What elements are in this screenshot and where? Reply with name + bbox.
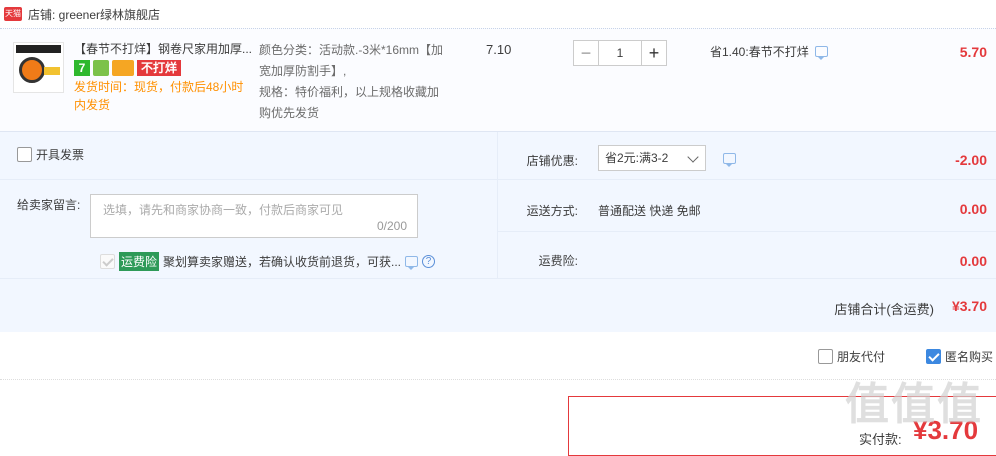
item-subtotal: 5.70 <box>959 44 987 60</box>
order-extras-panel: 开具发票 给卖家留言: 选填，请先和商家协商一致，付款后商家可见 0/200 店… <box>0 132 996 278</box>
invoice-option[interactable]: 开具发票 <box>17 146 84 163</box>
shop-header: 天猫 店铺: greener绿林旗舰店 <box>0 0 996 28</box>
coupon-label: 店铺优惠: <box>526 154 578 168</box>
unit-price: 7.10 <box>486 42 512 57</box>
shop-total-row: 店铺合计(含运费) ¥3.70 <box>0 278 996 332</box>
sku-spec: 规格：特价福利，以上规格收藏加购优先发货 <box>259 85 440 120</box>
item-promo: 省1.40:春节不打烊 <box>710 43 828 60</box>
card-pay-icon <box>112 60 134 76</box>
no-close-badge: 不打烊 <box>137 60 182 76</box>
comment-icon[interactable] <box>814 46 828 60</box>
qty-minus-button[interactable]: − <box>573 40 599 66</box>
watermark: 值值值 <box>845 380 983 429</box>
coupon-amount: -2.00 <box>955 152 987 168</box>
tmall-badge-icon: 天猫 <box>4 7 22 21</box>
ship-time-note: 发货时间：现货，付款后48小时内发货 <box>74 80 244 112</box>
message-counter: 0/200 <box>376 219 407 233</box>
shop-name-link[interactable]: 店铺: greener绿林旗舰店 <box>28 6 160 23</box>
insurance-row: 运费险: 0.00 <box>498 232 996 278</box>
promo-text: 省1.40:春节不打烊 <box>710 45 809 59</box>
coupon-comment-icon[interactable] <box>723 153 736 167</box>
shipping-row: 运送方式: 普通配送 快递 免邮 0.00 <box>498 180 996 232</box>
invoice-label: 开具发票 <box>36 148 85 162</box>
anonymous-label: 匿名购买 <box>945 350 994 364</box>
coupon-value: 省2元:满3-2 <box>605 151 669 165</box>
shop-total-label: 店铺合计(含运费) <box>834 302 934 317</box>
friend-pay-label: 朋友代付 <box>837 350 886 364</box>
message-input[interactable]: 选填，请先和商家协商一致，付款后商家可见 0/200 <box>90 194 418 238</box>
anonymous-option[interactable]: 匿名购买 <box>926 348 993 365</box>
friend-pay-option[interactable]: 朋友代付 <box>818 348 885 365</box>
help-icon[interactable]: ? <box>422 255 436 268</box>
insurance-detail: 运费险 聚划算卖家赠送，若确认收货前退货，可获... ? <box>100 252 436 271</box>
sku-info: 颜色分类：活动款.-3米*16mm【加宽加厚防割手】, 规格：特价福利，以上规格… <box>259 40 449 124</box>
insurance-text: 聚划算卖家赠送，若确认收货前退货，可获... <box>163 255 402 269</box>
shop-total-amount: ¥3.70 <box>951 298 987 314</box>
seven-day-return-icon: 7 <box>74 60 90 76</box>
message-label: 给卖家留言: <box>17 198 81 212</box>
coupon-row: 店铺优惠: 省2元:满3-2 -2.00 <box>498 132 996 180</box>
insurance-tag: 运费险 <box>119 252 160 271</box>
qty-plus-button[interactable]: + <box>641 40 667 66</box>
friend-pay-checkbox[interactable] <box>818 349 833 364</box>
shipping-label: 运送方式: <box>526 204 578 218</box>
chevron-down-icon <box>687 151 699 163</box>
shipping-value: 普通配送 快递 免邮 <box>598 204 701 218</box>
message-placeholder: 选填，请先和商家协商一致，付款后商家可见 <box>103 203 344 217</box>
insurance-amount: 0.00 <box>959 253 987 269</box>
invoice-checkbox[interactable] <box>17 147 32 162</box>
shipping-amount: 0.00 <box>959 201 987 217</box>
insurance-checkbox <box>100 254 115 269</box>
product-badges: 7 不打烊 <box>74 60 182 76</box>
insurance-comment-icon[interactable] <box>405 256 419 270</box>
qty-input[interactable]: 1 <box>599 40 641 66</box>
product-thumbnail[interactable] <box>13 42 64 93</box>
insurance-label: 运费险: <box>538 254 578 268</box>
coupon-select[interactable]: 省2元:满3-2 <box>598 145 706 171</box>
guarantee-icon <box>93 60 109 76</box>
anonymous-checkbox[interactable] <box>926 349 941 364</box>
quantity-stepper: − 1 + <box>573 40 667 66</box>
sku-color: 颜色分类：活动款.-3米*16mm【加宽加厚防割手】, <box>259 43 444 78</box>
product-title-link[interactable]: 【春节不打烊】钢卷尺家用加厚... <box>74 40 254 57</box>
